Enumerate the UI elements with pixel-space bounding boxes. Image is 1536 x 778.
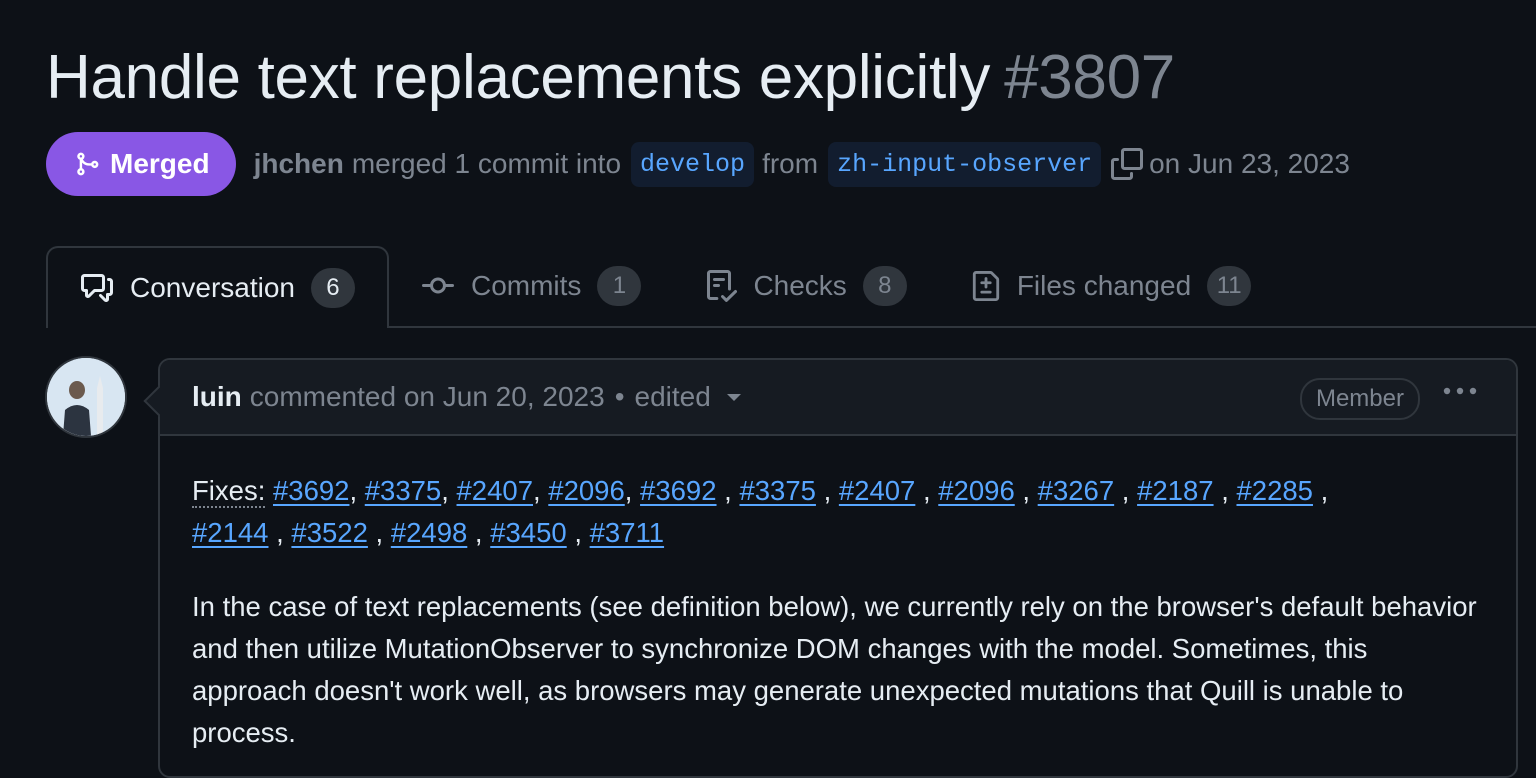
avatar[interactable]	[45, 356, 127, 438]
tab-count: 11	[1207, 266, 1252, 306]
tab-label: Checks	[753, 270, 847, 301]
issue-link[interactable]: #2096	[548, 475, 624, 506]
copy-icon[interactable]	[1111, 148, 1144, 180]
issue-link[interactable]: #3522	[291, 517, 367, 548]
comment-paragraph: In the case of text replacements (see de…	[192, 591, 1477, 748]
tab-label: Files changed	[1016, 270, 1192, 301]
head-branch-link[interactable]: zh-input-observer	[828, 141, 1102, 187]
tab-files-changed[interactable]: Files changed 11	[939, 246, 1283, 326]
separator-dot: •	[614, 381, 625, 412]
issue-link[interactable]: #2407	[457, 475, 533, 506]
kebab-horizontal-icon[interactable]	[1442, 386, 1478, 396]
comment-action-text: commented on Jun 20, 2023	[249, 381, 605, 412]
merge-date: on Jun 23, 2023	[1149, 148, 1350, 179]
issue-link[interactable]: #3450	[490, 517, 566, 548]
tab-conversation[interactable]: Conversation 6	[46, 246, 389, 328]
edited-dropdown[interactable]: edited	[635, 381, 711, 413]
issue-link[interactable]: #2407	[839, 475, 915, 506]
tab-label: Commits	[470, 270, 582, 301]
page-title: Handle text replacements explicitly #3807	[46, 40, 1175, 116]
issue-link[interactable]: #3692	[273, 475, 349, 506]
tab-count: 6	[310, 268, 355, 308]
from-text: from	[762, 148, 819, 179]
file-diff-icon	[971, 269, 1001, 303]
issue-link[interactable]: #2285	[1236, 475, 1312, 506]
comment-card: luin commented on Jun 20, 2023 • edited …	[143, 358, 1518, 778]
pr-number: #3807	[1004, 43, 1175, 112]
merged-label: Merged	[110, 148, 210, 179]
issue-link[interactable]: #3375	[739, 475, 815, 506]
tab-commits[interactable]: Commits 1	[389, 246, 673, 326]
pr-meta: Merged jhchen merged 1 commit into devel…	[46, 132, 1358, 196]
git-commit-icon	[421, 270, 455, 302]
issue-link[interactable]: #3375	[365, 475, 441, 506]
tab-count: 1	[597, 266, 642, 306]
issue-link[interactable]: #3692	[640, 475, 716, 506]
fixes-line: Fixes: #3692, #3375, #2407, #2096, #3692…	[192, 475, 1329, 548]
issue-link[interactable]: #2498	[391, 517, 467, 548]
pr-tabs: Conversation 6 Commits 1 Checks 8 Files …	[46, 246, 1536, 328]
pr-title: Handle text replacements explicitly	[46, 43, 991, 112]
tab-label: Conversation	[130, 272, 295, 303]
merge-author-link[interactable]: jhchen	[254, 148, 344, 180]
issue-link[interactable]: #3267	[1038, 475, 1114, 506]
issue-link[interactable]: #2187	[1137, 475, 1213, 506]
base-branch-link[interactable]: develop	[631, 141, 755, 187]
member-badge: Member	[1299, 378, 1420, 420]
issue-link[interactable]: #3711	[590, 517, 664, 548]
checklist-icon	[705, 269, 738, 303]
git-merge-icon	[74, 149, 110, 179]
merged-status-badge: Merged	[46, 132, 236, 196]
comment-header: luin commented on Jun 20, 2023 • edited …	[160, 360, 1516, 436]
comment-author-link[interactable]: luin	[192, 381, 242, 413]
comment-body: Fixes: #3692, #3375, #2407, #2096, #3692…	[160, 436, 1516, 754]
chevron-down-icon[interactable]	[725, 391, 743, 403]
issue-link[interactable]: #2096	[938, 475, 1014, 506]
tab-count: 8	[862, 266, 907, 306]
comment-discussion-icon	[80, 272, 114, 304]
issue-link[interactable]: #2144	[192, 517, 268, 548]
merged-commits-text: merged 1 commit into	[351, 148, 622, 179]
tab-checks[interactable]: Checks 8	[673, 246, 938, 326]
fixes-label: Fixes:	[192, 475, 266, 508]
